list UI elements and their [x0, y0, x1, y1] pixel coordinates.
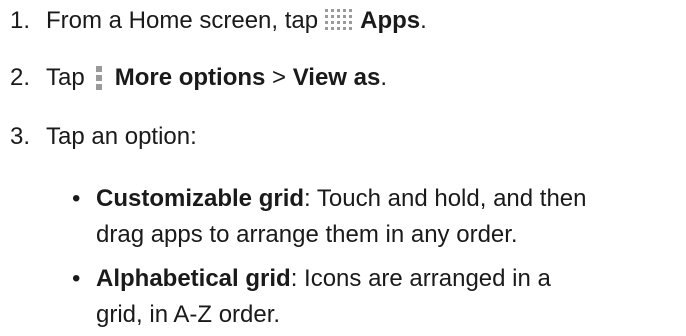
step-2: 2. Tap More options > View as. — [10, 63, 387, 93]
menu-separator: > — [265, 64, 293, 91]
apps-label: Apps — [360, 7, 421, 34]
more-options-label: More options — [114, 64, 266, 91]
option-description: : Icons are arranged in a — [290, 265, 551, 292]
option-description: : Touch and hold, and then — [304, 185, 587, 212]
more-options-icon — [93, 64, 105, 92]
step-number: 1. — [10, 7, 31, 34]
step-text: Tap — [46, 64, 85, 91]
step-text: Tap an option: — [46, 123, 197, 150]
option-line-1: Customizable grid: Touch and hold, and t… — [96, 184, 686, 220]
option-text: Customizable grid: Touch and hold, and t… — [96, 184, 686, 256]
step-1: 1. From a Home screen, tap Apps. — [10, 6, 427, 36]
option-term: Alphabetical grid — [96, 265, 291, 292]
option-term: Customizable grid — [96, 185, 305, 212]
instruction-document: 1. From a Home screen, tap Apps. 2. Tap — [0, 0, 686, 335]
step-punct: . — [420, 7, 427, 34]
step-number: 2. — [10, 64, 31, 91]
bullet-icon: • — [72, 265, 81, 292]
option-line-2: drag apps to arrange them in any order. — [96, 221, 518, 248]
step-text: From a Home screen, tap — [46, 7, 319, 34]
step-number: 3. — [10, 123, 31, 150]
bullet-icon: • — [72, 185, 81, 212]
option-line-1: Alphabetical grid: Icons are arranged in… — [96, 264, 686, 300]
option-line-2: grid, in A-Z order. — [96, 301, 281, 328]
step-punct: . — [380, 64, 388, 91]
step-3: 3. Tap an option: — [10, 122, 197, 152]
view-as-label: View as — [292, 64, 381, 91]
apps-grid-icon — [324, 8, 354, 34]
option-text: Alphabetical grid: Icons are arranged in… — [96, 264, 686, 336]
